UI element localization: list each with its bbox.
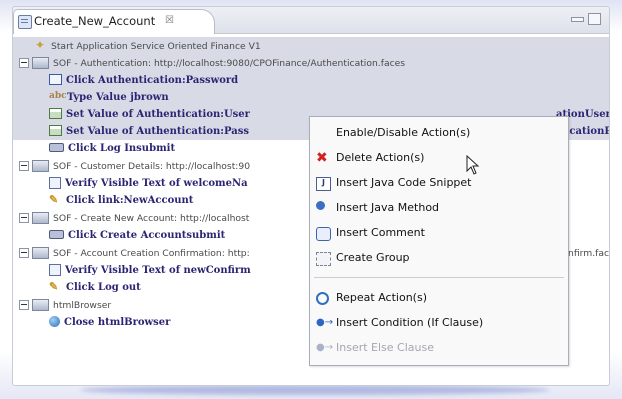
tree-row-group-create-account[interactable]: SOF - Create New Account: http://localho… (19, 210, 249, 227)
mouse-pointer-icon (466, 155, 480, 175)
tree-row-label: Verify Visible Text of welcomeNa (65, 178, 248, 189)
tree-row-action[interactable]: Verify Visible Text of welcomeNa (49, 175, 248, 192)
java-snippet-icon: J (316, 177, 331, 191)
collapse-toggle-icon[interactable] (19, 212, 29, 223)
tab-close-icon[interactable]: ☒ (165, 10, 174, 32)
menu-item-label: Enable/Disable Action(s) (336, 126, 471, 139)
java-method-icon (316, 201, 325, 210)
collapse-toggle-icon[interactable] (19, 247, 29, 258)
delete-icon: ✖ (316, 150, 328, 166)
comment-icon (316, 227, 331, 241)
script-file-icon (18, 15, 32, 29)
tree-row-action[interactable]: ✎ Click link:NewAccount (49, 192, 193, 209)
context-menu: Enable/Disable Action(s) ✖ Delete Action… (309, 116, 569, 366)
submit-icon (49, 230, 64, 239)
tree-row-action[interactable]: Close htmlBrowser (49, 314, 170, 331)
tree-row-label: Close htmlBrowser (64, 317, 171, 328)
menu-item-insert-java-snippet[interactable]: J Insert Java Code Snippet (310, 172, 568, 194)
menu-item-enable-disable[interactable]: Enable/Disable Action(s) (310, 122, 568, 144)
link-icon: ✎ (49, 193, 59, 206)
menu-item-delete[interactable]: ✖ Delete Action(s) (310, 147, 568, 169)
tree-row-action[interactable]: Set Value of Authentication:User (49, 106, 250, 123)
tree-row-label: Set Value of Authentication:User (66, 109, 250, 120)
tree-row-label: Start Application Service Oriented Finan… (51, 41, 261, 52)
tree-row-label: Click Log out (66, 282, 141, 293)
tree-row-label: SOF - Customer Details: http://localhost… (53, 161, 251, 172)
tree-row-label: Verify Visible Text of newConfirm (65, 265, 251, 276)
group-icon (32, 246, 49, 259)
editor-tab-bar: Create_New_Account ☒ (13, 7, 609, 34)
menu-item-label: Insert Else Clause (336, 341, 434, 354)
tree-row-group-customer-details[interactable]: SOF - Customer Details: http://localhost… (19, 158, 250, 175)
menu-item-label: Delete Action(s) (336, 151, 425, 164)
tree-row-action[interactable]: Verify Visible Text of newConfirm (49, 262, 251, 279)
view-controls (567, 13, 601, 32)
menu-item-label: Repeat Action(s) (336, 291, 427, 304)
screenshot-stage: Create_New_Account ☒ ✦ Start Application … (0, 0, 622, 399)
verify-icon (49, 176, 61, 189)
maximize-icon[interactable] (588, 13, 601, 25)
tree-row-action[interactable]: ✎ Click Log out (49, 279, 141, 296)
tree-row-start[interactable]: ✦ Start Application Service Oriented Fina… (35, 38, 261, 55)
tree-row-action[interactable]: abcType Value jbrown (49, 89, 169, 106)
tree-row-group-htmlbrowser[interactable]: htmlBrowser (19, 297, 111, 314)
start-icon: ✦ (35, 38, 46, 52)
condition-icon: ●→ (316, 317, 334, 328)
tree-row-action[interactable]: Click Authentication:Password (49, 72, 238, 89)
tree-row-action[interactable]: Click Create Accountsubmit (49, 227, 225, 244)
group-icon (316, 252, 331, 266)
tree-row-label: Click Create Accountsubmit (68, 230, 226, 241)
menu-item-label: Create Group (336, 251, 410, 264)
menu-item-insert-java-method[interactable]: Insert Java Method (310, 197, 568, 219)
menu-item-label: Insert Condition (If Clause) (336, 316, 484, 329)
tree-row-label: Click Log Insubmit (68, 143, 176, 154)
menu-item-repeat[interactable]: Repeat Action(s) (310, 287, 568, 309)
group-icon (32, 211, 49, 224)
repeat-icon (316, 292, 329, 305)
tree-row-label: Click link:NewAccount (66, 195, 194, 206)
set-value-icon (49, 125, 62, 136)
type-icon: abc (49, 91, 67, 101)
group-icon (32, 298, 49, 311)
menu-item-label: Insert Java Code Snippet (336, 176, 472, 189)
link-icon: ✎ (49, 280, 59, 293)
menu-item-insert-comment[interactable]: Insert Comment (310, 222, 568, 244)
tree-row-group-confirmation[interactable]: SOF - Account Creation Confirmation: htt… (19, 245, 250, 262)
menu-item-label: Insert Comment (336, 226, 425, 239)
tree-row-action[interactable]: Click Log Insubmit (49, 140, 175, 157)
menu-separator (314, 277, 564, 278)
menu-item-label: Insert Java Method (336, 201, 440, 214)
collapse-toggle-icon[interactable] (19, 57, 29, 68)
editor-tab-title: Create_New_Account (34, 14, 156, 28)
collapse-toggle-icon[interactable] (19, 299, 29, 310)
menu-item-insert-condition[interactable]: ●→ Insert Condition (If Clause) (310, 312, 568, 334)
editor-tab[interactable]: Create_New_Account ☒ (13, 9, 215, 34)
submit-icon (49, 143, 64, 152)
tree-row-label: Type Value jbrown (67, 92, 169, 103)
collapse-toggle-icon[interactable] (19, 160, 29, 171)
else-clause-icon: ●→ (316, 342, 334, 353)
verify-icon (49, 263, 61, 276)
tree-row-action[interactable]: Set Value of Authentication:Pass (49, 123, 249, 140)
tree-row-label: htmlBrowser (53, 300, 112, 311)
tree-row-label: SOF - Authentication: http://localhost:9… (53, 58, 406, 69)
set-value-icon (49, 108, 62, 119)
menu-item-create-group[interactable]: Create Group (310, 247, 568, 269)
decorative-glow (80, 385, 550, 395)
tree-row-label: SOF - Account Creation Confirmation: htt… (53, 248, 250, 259)
tree-row-label: Click Authentication:Password (66, 75, 239, 86)
minimize-icon[interactable] (571, 17, 584, 22)
tree-row-label: SOF - Create New Account: http://localho… (53, 213, 250, 224)
tree-row-group-authentication[interactable]: SOF - Authentication: http://localhost:9… (19, 55, 405, 72)
menu-item-insert-else[interactable]: ●→ Insert Else Clause (310, 337, 568, 359)
tree-row-label: Set Value of Authentication:Pass (66, 126, 249, 137)
group-icon (32, 159, 49, 172)
click-icon (49, 74, 62, 85)
globe-icon (49, 316, 60, 327)
group-icon (32, 56, 49, 69)
